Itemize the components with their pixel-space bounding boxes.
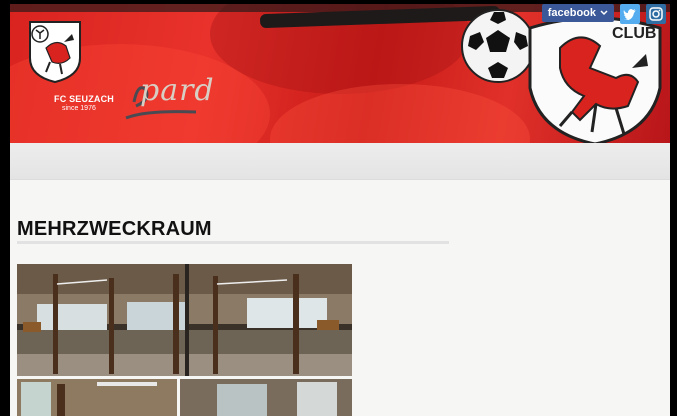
club-logo[interactable] xyxy=(26,18,84,84)
navigation-bar[interactable] xyxy=(10,143,670,180)
header-banner: FC SEUZACH since 1976 pard CLUB xyxy=(10,4,670,143)
twitter-button[interactable] xyxy=(620,4,640,24)
page-frame: FC SEUZACH since 1976 pard CLUB facebook xyxy=(10,4,670,416)
facebook-button[interactable]: facebook xyxy=(541,4,614,22)
club-crest-icon: CLUB xyxy=(528,16,662,143)
instagram-camera-icon xyxy=(649,7,663,21)
room-photo[interactable] xyxy=(17,264,352,416)
twitter-bird-icon xyxy=(623,9,636,20)
instagram-button[interactable] xyxy=(646,4,666,24)
chevron-down-icon xyxy=(600,10,608,16)
social-links: facebook xyxy=(541,4,666,24)
facebook-label: facebook xyxy=(547,7,596,19)
club-since: since 1976 xyxy=(62,105,96,112)
title-divider xyxy=(17,241,449,244)
sponsor-logo-text: pard xyxy=(140,73,215,108)
fabric-fold xyxy=(270,84,530,143)
club-name: FC SEUZACH xyxy=(54,94,114,104)
page-title: MEHRZWECKRAUM xyxy=(17,218,212,240)
crest-text: CLUB xyxy=(612,25,656,42)
